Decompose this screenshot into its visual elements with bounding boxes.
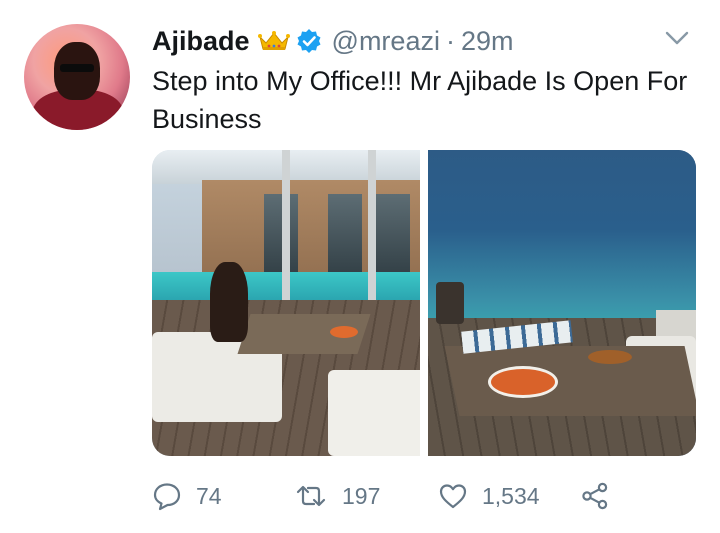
author-avatar[interactable] — [24, 24, 130, 130]
tweet-header: Ajibade @mreazi · 29m — [152, 24, 698, 58]
like-count: 1,534 — [482, 482, 540, 509]
retweet-count: 197 — [342, 482, 381, 509]
chevron-down-icon[interactable] — [664, 28, 690, 48]
tweet-actions: 74 197 1,534 — [152, 476, 622, 516]
meta-separator: · — [445, 25, 455, 56]
reply-button[interactable]: 74 — [152, 476, 222, 516]
author-name[interactable]: Ajibade — [152, 26, 250, 57]
retweet-icon — [294, 481, 328, 511]
share-icon — [580, 481, 610, 511]
tweet-text: Step into My Office!!! Mr Ajibade Is Ope… — [152, 66, 688, 134]
ocean-table-photo[interactable] — [428, 150, 696, 456]
retweet-button[interactable]: 197 — [294, 476, 380, 516]
author-handle[interactable]: @mreazi — [332, 26, 440, 57]
like-icon — [438, 481, 468, 511]
crown-emoji-icon — [257, 30, 290, 52]
avatar-shades-shape — [60, 64, 94, 72]
villa-deck-photo[interactable] — [152, 150, 420, 456]
tweet-media — [152, 150, 696, 456]
reply-count: 74 — [196, 482, 222, 509]
share-button[interactable] — [580, 476, 610, 516]
reply-icon — [152, 481, 182, 511]
like-button[interactable]: 1,534 — [438, 476, 540, 516]
verified-badge-icon — [296, 28, 322, 54]
tweet-timestamp[interactable]: 29m — [461, 26, 514, 57]
